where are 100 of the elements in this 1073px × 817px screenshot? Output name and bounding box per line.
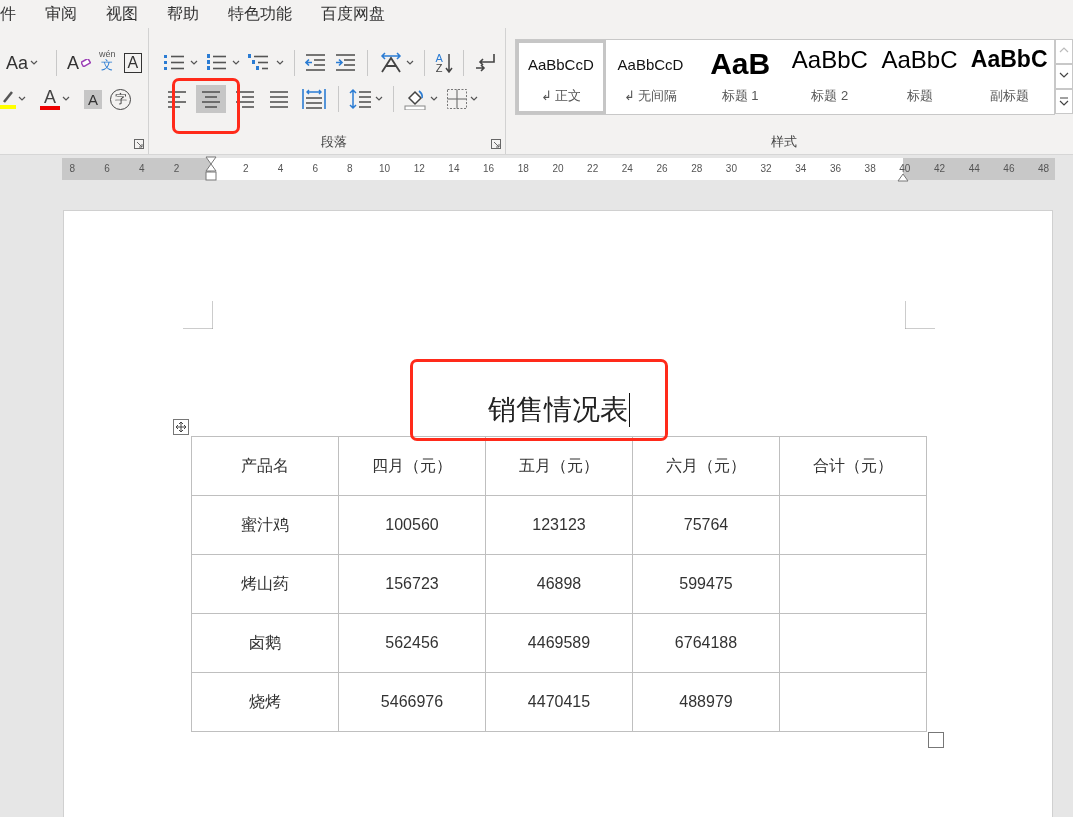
ruler-number: 6: [104, 163, 110, 174]
justify-icon: [268, 88, 291, 110]
document-title: 销售情况表: [487, 392, 628, 427]
change-case-button[interactable]: Aa: [4, 49, 41, 77]
clear-formatting-button[interactable]: A: [65, 49, 94, 77]
decrease-indent-icon: [305, 52, 328, 74]
caret-icon: [190, 60, 199, 66]
borders-icon: [446, 88, 469, 110]
menu-item[interactable]: 帮助: [167, 4, 199, 24]
ruler-number: 8: [69, 163, 76, 174]
column-header: 四月（元）: [338, 436, 486, 496]
increase-indent-icon: [335, 52, 358, 74]
ruler-number: 8: [347, 163, 353, 174]
table-cell: 6764188: [632, 613, 780, 673]
menu-item[interactable]: 件: [0, 4, 16, 24]
table-cell: 488979: [632, 672, 780, 732]
ruler-number: 28: [691, 163, 703, 174]
caret-icon: [276, 60, 285, 66]
caret-icon: [430, 96, 439, 102]
phonetic-guide-button[interactable]: wén 文: [97, 47, 118, 79]
ruler-number: 48: [1038, 163, 1050, 174]
ruler-number: 38: [864, 163, 876, 174]
ruler-number: 6: [312, 163, 318, 174]
distributed-icon: [302, 88, 327, 110]
ruler-number: 44: [968, 163, 980, 174]
ruler-number: 12: [413, 163, 425, 174]
align-center-icon: [200, 88, 223, 110]
column-header: 六月（元）: [632, 436, 780, 496]
caret-icon: [30, 60, 39, 66]
ruler-number: 30: [725, 163, 737, 174]
highlight-box: [172, 78, 240, 134]
menu-item[interactable]: 特色功能: [228, 4, 292, 24]
ruler-number: 2: [173, 163, 180, 174]
ruler-number: 16: [483, 163, 495, 174]
table-cell: 卤鹅: [191, 613, 339, 673]
caret-icon: [470, 96, 479, 102]
menu-item[interactable]: 视图: [106, 4, 138, 24]
ruler-number: 14: [448, 163, 460, 174]
paragraph-marks-icon: [473, 52, 498, 74]
ruler-number: 10: [378, 163, 391, 174]
align-center-button[interactable]: [196, 85, 227, 113]
ruler-number: 4: [138, 163, 145, 174]
ruler-number: 2: [243, 163, 249, 174]
table-cell: 46898: [485, 554, 633, 614]
ruler-number: 26: [656, 163, 668, 174]
caret-icon: [18, 96, 26, 102]
group-label: 样式: [771, 132, 798, 151]
table-cell: 4469589: [485, 613, 633, 673]
ruler-number: 4: [277, 163, 284, 174]
table-cell: 156723: [338, 554, 486, 614]
column-header: 产品名: [191, 436, 339, 496]
eraser-icon: [81, 59, 92, 67]
table-cell: 烧烤: [191, 672, 339, 732]
ruler-number: 32: [760, 163, 772, 174]
ruler-number: 36: [829, 163, 842, 174]
menu-item[interactable]: 百度网盘: [321, 4, 385, 24]
ruler-number: 24: [621, 163, 633, 174]
ruler-number: 22: [587, 163, 599, 174]
column-header: 合计（元）: [779, 436, 927, 496]
ruler-number: 34: [795, 163, 807, 174]
table-cell: 123123: [485, 495, 633, 555]
more-styles-button[interactable]: [1055, 89, 1073, 114]
more-styles-icon: [1059, 97, 1069, 106]
table-cell: 75764: [632, 495, 780, 555]
column-header: 五月（元）: [485, 436, 633, 496]
sort-button[interactable]: A Z: [433, 49, 455, 77]
style-option[interactable]: AaBbCcD ↲ 正文: [516, 40, 606, 114]
caret-icon: [406, 60, 415, 66]
ruler-number: 46: [1003, 163, 1015, 174]
line-spacing-icon: [349, 88, 374, 110]
align-right-icon: [234, 88, 257, 110]
table-move-handle-icon: [173, 419, 189, 435]
ruler-number: 18: [517, 163, 529, 174]
ruler-number: 40: [899, 163, 911, 174]
caret-icon: [375, 96, 384, 102]
table-cell: 4470415: [485, 672, 633, 732]
caret-icon: [232, 60, 241, 66]
table-cell: 562456: [338, 613, 486, 673]
caret-icon: [62, 96, 70, 102]
text-cursor: [628, 392, 630, 427]
align-left-icon: [166, 88, 189, 110]
margin-corner-icon: [183, 301, 213, 329]
table-cell: 599475: [632, 554, 780, 614]
right-indent-marker-icon: [897, 172, 909, 182]
down-arrow-icon: [444, 53, 453, 73]
paint-bucket-icon: [404, 88, 429, 110]
table-resize-handle-icon: [928, 732, 944, 748]
group-label: 段落: [320, 132, 347, 151]
scroll-down-button[interactable]: [1055, 64, 1073, 89]
table-cell: 烤山药: [191, 554, 339, 614]
ruler-number: 42: [933, 163, 946, 174]
table-cell: 100560: [338, 495, 486, 555]
ruler-number: 20: [552, 163, 564, 174]
font-color-button[interactable]: A: [38, 85, 72, 113]
menu-item[interactable]: 审阅: [45, 4, 77, 24]
table-cell: 5466976: [338, 672, 486, 732]
margin-corner-icon: [905, 301, 935, 329]
dialog-launcher-icon: [491, 139, 501, 149]
dialog-launcher-icon: [134, 139, 145, 149]
table-cell: 蜜汁鸡: [191, 495, 339, 555]
